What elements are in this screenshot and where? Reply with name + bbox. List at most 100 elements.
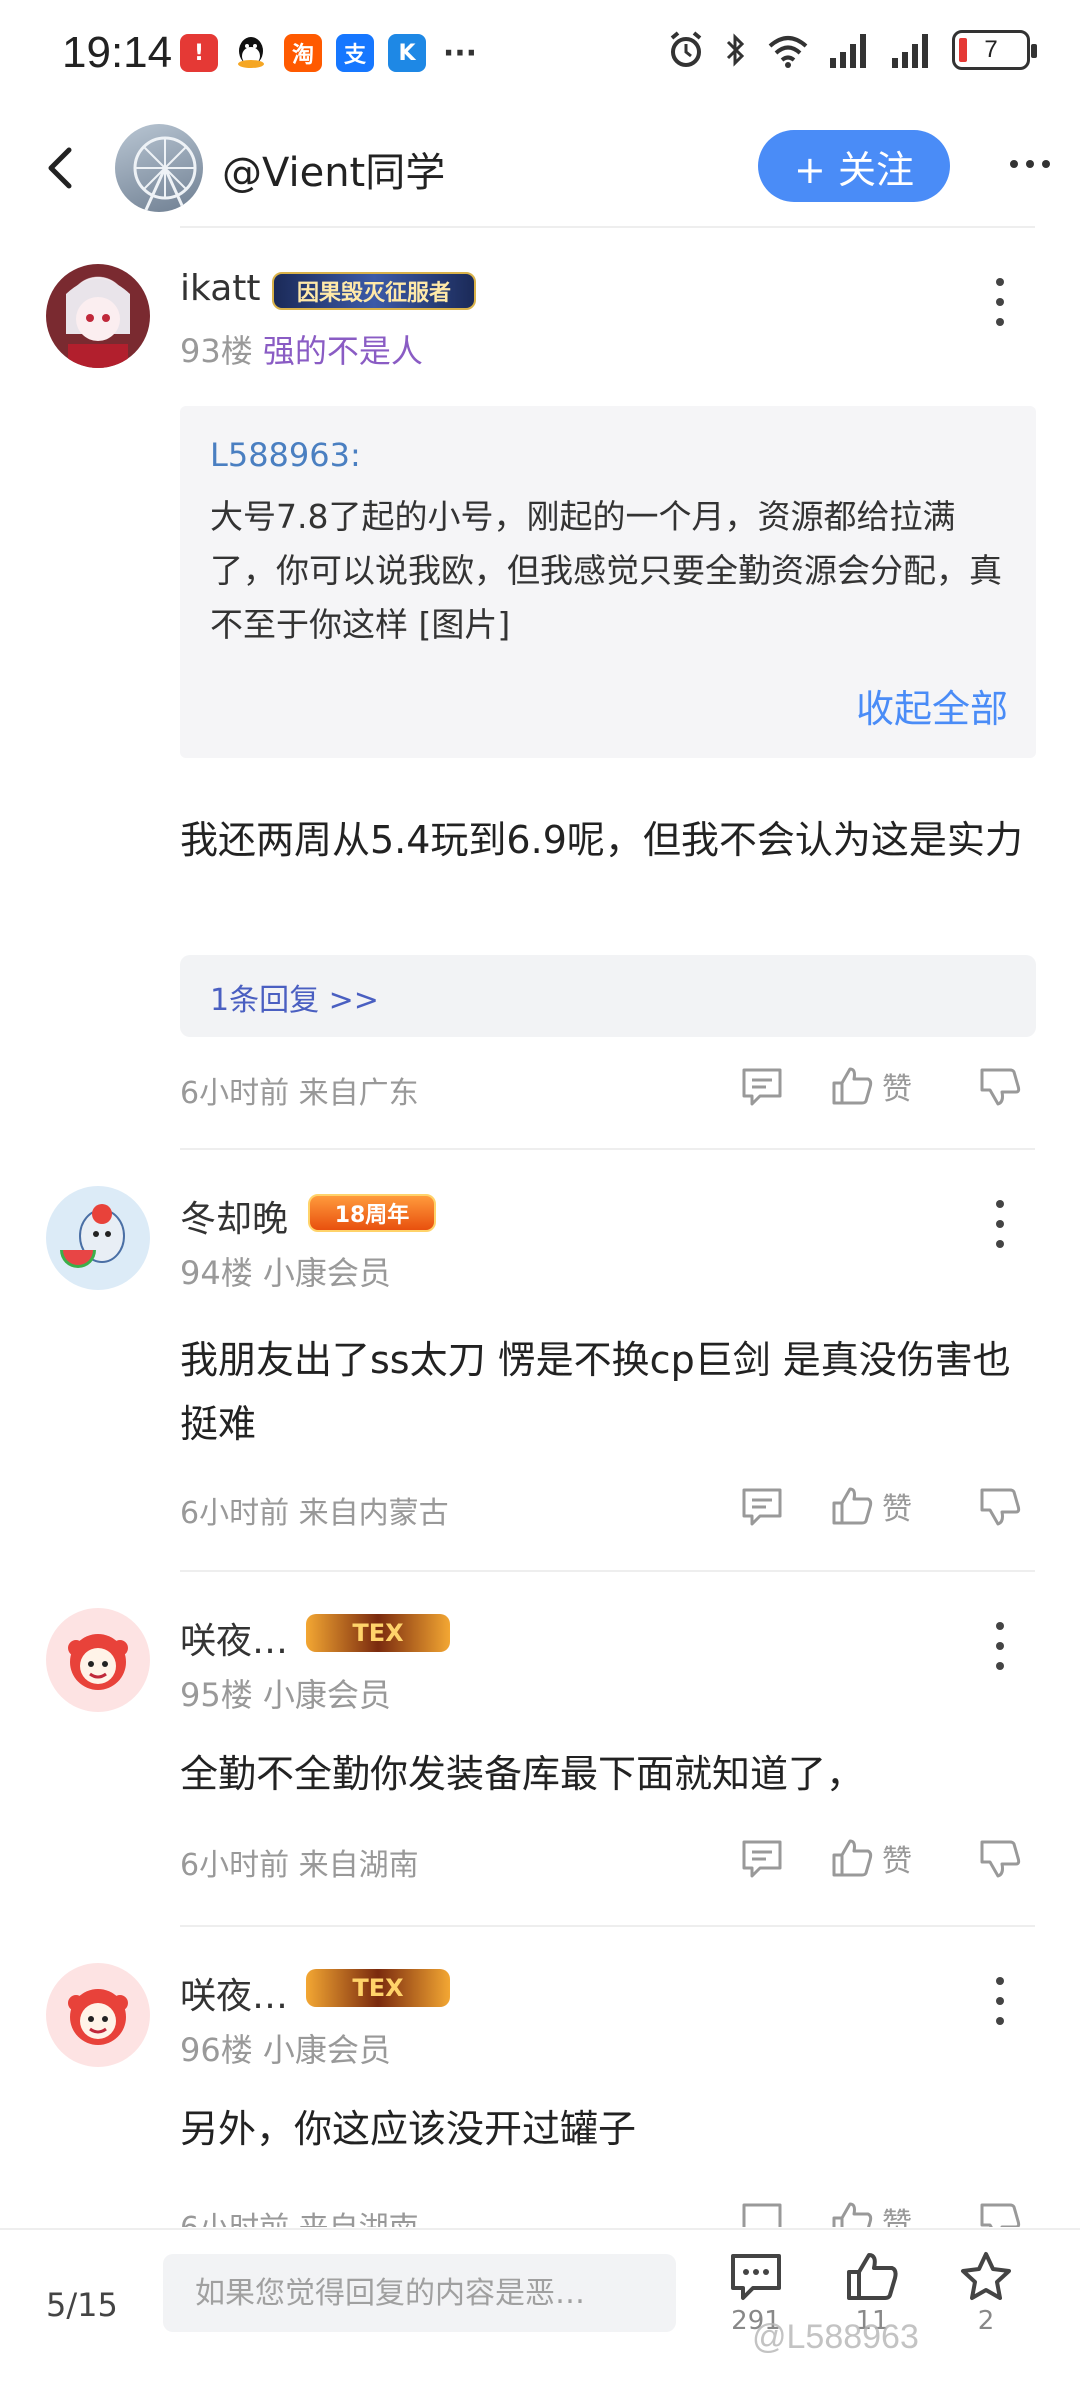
- bluetooth-icon: [726, 33, 745, 67]
- post-time: 6小时前: [180, 1496, 290, 1531]
- back-button[interactable]: [30, 138, 90, 198]
- username[interactable]: 咲夜…: [180, 1612, 288, 1664]
- warning-icon: !: [180, 34, 218, 72]
- page-indicator[interactable]: 5/15: [46, 2286, 118, 2324]
- user-tag: 小康会员: [262, 1254, 391, 1292]
- like-label: 赞: [882, 1072, 912, 1107]
- user-avatar[interactable]: [46, 264, 150, 368]
- post-content: 另外，你这应该没开过罐子: [180, 2107, 637, 2151]
- post-meta: 6小时前 来自内蒙古: [180, 1488, 449, 1532]
- alipay-icon: 支: [336, 34, 374, 72]
- thumbs-down-icon: [980, 2203, 1021, 2227]
- comment-button[interactable]: [740, 2201, 784, 2227]
- floor-info: 95楼 小康会员: [180, 1670, 391, 1716]
- status-time: 19:14: [62, 28, 173, 77]
- chevron-left-icon: [48, 147, 72, 189]
- notification-icons: ! 淘 支 K ···: [180, 34, 480, 72]
- dislike-button[interactable]: [978, 1066, 1022, 1108]
- comment-icon: [742, 1488, 782, 1526]
- dislike-button[interactable]: [978, 1486, 1022, 1528]
- follow-button[interactable]: + 关注: [758, 130, 950, 202]
- like-label: 赞: [882, 1492, 912, 1527]
- star-icon: [961, 2252, 1011, 2300]
- like-button[interactable]: 赞: [830, 1064, 912, 1108]
- post-time: 6小时前: [180, 1848, 290, 1883]
- battery-level: 7: [984, 36, 998, 63]
- post-more-button[interactable]: [985, 1194, 1015, 1254]
- post-time: 6小时前: [180, 2211, 289, 2227]
- thumbs-down-icon: [980, 1840, 1021, 1878]
- user-badge: 18周年: [308, 1194, 436, 1232]
- thumbs-down-icon: [980, 1488, 1021, 1526]
- thread-author-name[interactable]: @Vient同学: [222, 140, 445, 198]
- user-avatar[interactable]: [46, 1186, 150, 1290]
- taobao-icon: 淘: [284, 34, 322, 72]
- user-badge: TEX: [306, 1969, 450, 2007]
- alarm-icon: [670, 31, 702, 67]
- like-label: 赞: [882, 1844, 912, 1879]
- floor-info: 96楼 小康会员: [180, 2025, 391, 2071]
- post-more-button[interactable]: [985, 272, 1015, 332]
- app-icon: K: [388, 34, 426, 72]
- thumbs-up-icon: [832, 1839, 873, 1877]
- wifi-icon: [768, 36, 808, 68]
- post-content: 我朋友出了ss太刀 愣是不换cp巨剑 是真没伤害也挺难: [180, 1338, 1011, 1446]
- like-button[interactable]: 赞: [830, 1836, 912, 1880]
- post-meta: 6小时前 来自广东: [180, 1068, 419, 1112]
- comment-button[interactable]: [740, 1486, 784, 1528]
- username[interactable]: ikatt: [180, 268, 261, 309]
- floor-info: 94楼 小康会员: [180, 1248, 391, 1294]
- floor-number: 93楼: [180, 332, 253, 370]
- thumbs-up-icon: [832, 1067, 873, 1105]
- watermark: @L588963: [752, 2318, 919, 2356]
- thumbs-up-icon: [832, 1487, 873, 1525]
- post-item: 冬却晚 18周年 94楼 小康会员 我朋友出了ss太刀 愣是不换cp巨剑 是真没…: [0, 1150, 1080, 1570]
- replies-box[interactable]: 1条回复 >>: [180, 955, 1036, 1037]
- post-content: 全勤不全勤你发装备库最下面就知道了，: [180, 1752, 865, 1796]
- post-content: 我还两周从5.4玩到6.9呢，但我不会认为这是实力: [180, 818, 1023, 862]
- comment-button[interactable]: [740, 1838, 784, 1880]
- user-avatar[interactable]: [46, 1608, 150, 1712]
- quote-author[interactable]: L588963:: [210, 436, 361, 474]
- post-meta: 6小时前 来自湖南: [180, 1840, 419, 1884]
- author-avatar[interactable]: [115, 124, 203, 212]
- collapse-quote-button[interactable]: 收起全部: [856, 678, 1008, 733]
- thumbs-up-icon: [832, 2202, 873, 2227]
- more-options-button[interactable]: [1000, 144, 1060, 184]
- signal-icon: [830, 34, 866, 68]
- view-replies-link[interactable]: 1条回复 >>: [210, 975, 379, 1019]
- bottom-bar: 5/15 291 11 2: [0, 2228, 1080, 2387]
- quoted-reply: L588963: 大号7.8了起的小号，刚起的一个月，资源都给拉满了，你可以说我…: [180, 406, 1036, 758]
- thread-header: @Vient同学 + 关注: [0, 110, 1080, 228]
- like-button[interactable]: 赞: [830, 2199, 912, 2227]
- post-more-button[interactable]: [985, 1616, 1015, 1676]
- user-avatar[interactable]: [46, 1963, 150, 2067]
- comment-icon: [742, 2203, 782, 2227]
- post-meta: 6小时前 来自湖南: [180, 2203, 419, 2227]
- floor-number: 95楼: [180, 1676, 253, 1714]
- reply-input[interactable]: [163, 2254, 676, 2332]
- qq-icon: [232, 34, 270, 72]
- post-more-button[interactable]: [985, 1971, 1015, 2031]
- username[interactable]: 冬却晚: [180, 1190, 288, 1242]
- more-dots-icon: ···: [442, 35, 478, 71]
- dislike-button[interactable]: [978, 2201, 1022, 2227]
- post-location: 来自内蒙古: [298, 1496, 449, 1531]
- thumbs-down-icon: [980, 1068, 1021, 1106]
- post-item: 咲夜… TEX 96楼 小康会员 另外，你这应该没开过罐子 6小时前 来自湖南 …: [0, 1927, 1080, 2227]
- signal-icon-2: [892, 34, 928, 68]
- quote-text: 大号7.8了起的小号，刚起的一个月，资源都给拉满了，你可以说我欧，但我感觉只要全…: [210, 497, 1002, 644]
- user-tag: 强的不是人: [262, 332, 423, 370]
- like-button[interactable]: 赞: [830, 1484, 912, 1528]
- username[interactable]: 咲夜…: [180, 1967, 288, 2019]
- like-label: 赞: [882, 2207, 912, 2227]
- favorites-count: 2: [977, 2306, 995, 2336]
- post-location: 来自湖南: [299, 2211, 419, 2227]
- post-location: 来自广东: [298, 1076, 419, 1111]
- user-badge: 因果毁灭征服者: [272, 272, 476, 310]
- user-tag: 小康会员: [262, 1676, 391, 1714]
- comment-button[interactable]: [740, 1066, 784, 1108]
- comment-icon: [742, 1068, 782, 1106]
- dislike-button[interactable]: [978, 1838, 1022, 1880]
- favorite-button[interactable]: 2: [946, 2250, 1026, 2336]
